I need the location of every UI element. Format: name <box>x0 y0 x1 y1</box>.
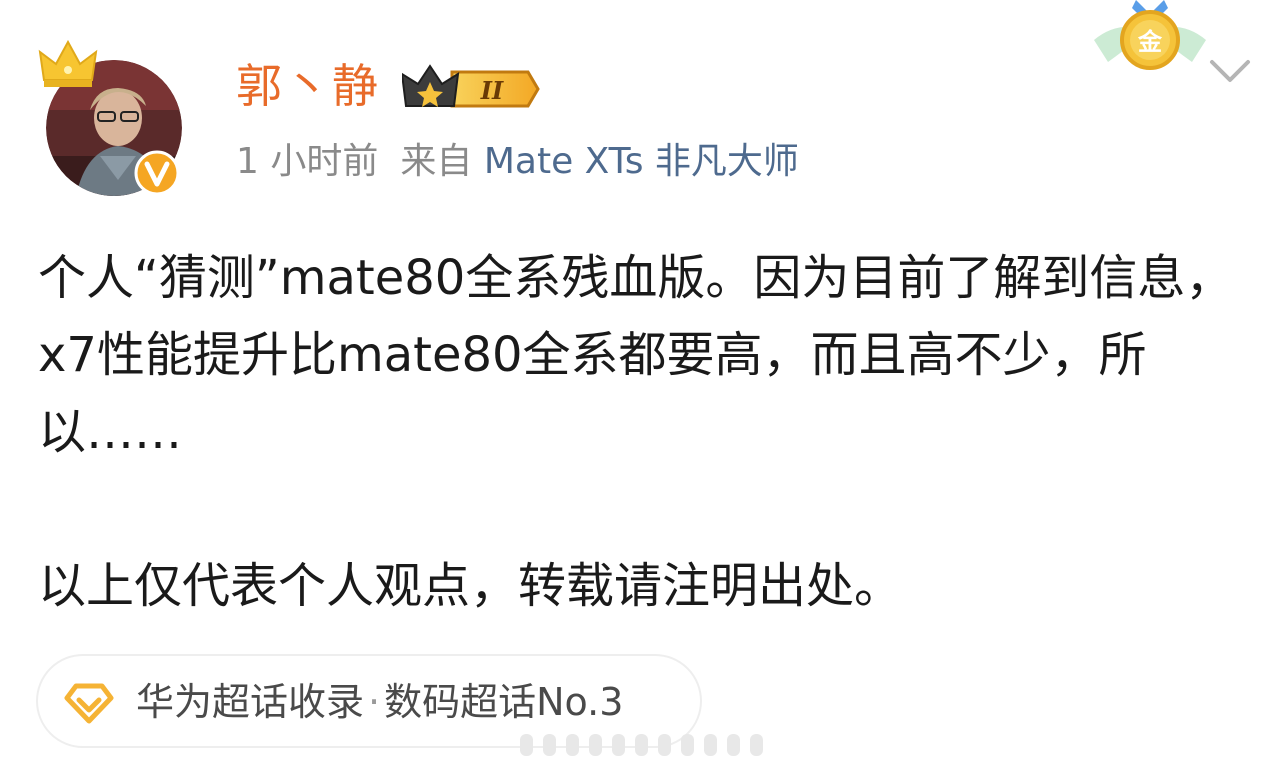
diamond-icon <box>64 683 114 724</box>
chevron-down-icon[interactable] <box>1206 54 1254 90</box>
crown-icon <box>38 40 98 87</box>
topic-rank: 数码超话No.3 <box>384 680 624 724</box>
from-label: 来自 <box>400 141 473 182</box>
verified-badge-icon <box>134 150 180 196</box>
topic-name: 华为超话收录 <box>136 680 365 724</box>
level-badge-text: II <box>480 76 504 105</box>
post-content: 个人“猜测”mate80全系残血版。因为目前了解到信息，x7性能提升比mate8… <box>38 240 1248 625</box>
gold-medal-icon[interactable]: 金 <box>1088 0 1212 76</box>
vip-crown-icon[interactable]: II <box>402 62 540 116</box>
username[interactable]: 郭丶静 <box>236 54 380 118</box>
post-meta: 1 小时前 来自 Mate XTs 非凡大师 <box>236 136 799 188</box>
post-paragraph: 个人“猜测”mate80全系残血版。因为目前了解到信息，x7性能提升比mate8… <box>38 250 1234 460</box>
post-time: 1 小时前 <box>236 141 379 182</box>
topic-separator: · <box>368 680 381 724</box>
avatar-wrap[interactable] <box>38 40 188 200</box>
post-paragraph: 以上仅代表个人观点，转载请注明出处。 <box>38 558 903 614</box>
pager-dots <box>520 732 770 758</box>
medal-label: 金 <box>1137 28 1163 56</box>
weibo-post: 郭丶静 II 1 小时前 来自 Mate XTs 非凡大师 金 个人“猜测”mat… <box>0 0 1285 774</box>
post-source-link[interactable]: Mate XTs 非凡大师 <box>484 141 799 182</box>
super-topic-label: 华为超话收录 · 数码超话No.3 <box>136 674 623 730</box>
